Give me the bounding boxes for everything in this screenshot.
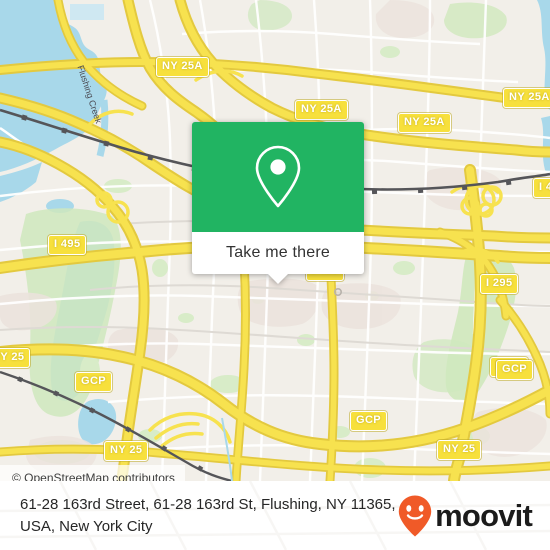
footer-bar: 61-28 163rd Street, 61-28 163rd St, Flus… — [0, 481, 550, 550]
park-patch-m — [380, 46, 400, 58]
moovit-smiley-pin-icon — [398, 495, 432, 536]
shield-ny-25-3[interactable]: NY 25 — [437, 440, 482, 460]
park-patch-c — [297, 334, 315, 346]
park-patch-a — [178, 313, 194, 323]
location-popup-card[interactable]: Take me there — [192, 122, 364, 284]
location-address: 61-28 163rd Street, 61-28 163rd St, Flus… — [20, 495, 396, 535]
take-me-there-button[interactable]: Take me there — [226, 244, 330, 262]
popup-footer[interactable]: Take me there — [192, 232, 364, 284]
shield-gcp-2[interactable]: GCP — [350, 411, 388, 431]
popup-tail-pointer — [268, 274, 288, 284]
park-patch-e — [393, 261, 415, 275]
popup-header — [192, 122, 364, 232]
shield-i-295-1[interactable]: I 295 — [480, 274, 519, 294]
shield-i-495-1[interactable]: I 495 — [48, 235, 87, 255]
shield-ny-25-1[interactable]: NY 25 — [0, 348, 31, 368]
location-pin-icon — [255, 145, 301, 208]
shield-ny-25-2[interactable]: NY 25 — [104, 441, 149, 461]
shield-ny-25a-1[interactable]: NY 25A — [156, 57, 209, 77]
map-screenshot: Flushing Creek NY 25A NY 25A NY 25A NY 2… — [0, 0, 550, 550]
moovit-wordmark: moovit — [435, 498, 533, 533]
shield-gcp-1[interactable]: GCP — [75, 372, 113, 392]
park-patch-f — [152, 259, 168, 277]
shield-gcp-3[interactable]: GCP — [496, 360, 534, 380]
shield-ny-25a-4[interactable]: NY 25A — [503, 88, 550, 108]
osm-attribution[interactable]: © OpenStreetMap contributors — [0, 465, 185, 481]
map-canvas[interactable]: Flushing Creek NY 25A NY 25A NY 25A NY 2… — [0, 0, 550, 481]
moovit-logo[interactable]: moovit — [398, 495, 533, 537]
shield-i-495-3[interactable]: I 495 — [533, 178, 550, 198]
shield-ny-25a-3[interactable]: NY 25A — [398, 113, 451, 133]
water-marina — [70, 4, 104, 20]
shield-ny-25a-2[interactable]: NY 25A — [295, 100, 348, 120]
